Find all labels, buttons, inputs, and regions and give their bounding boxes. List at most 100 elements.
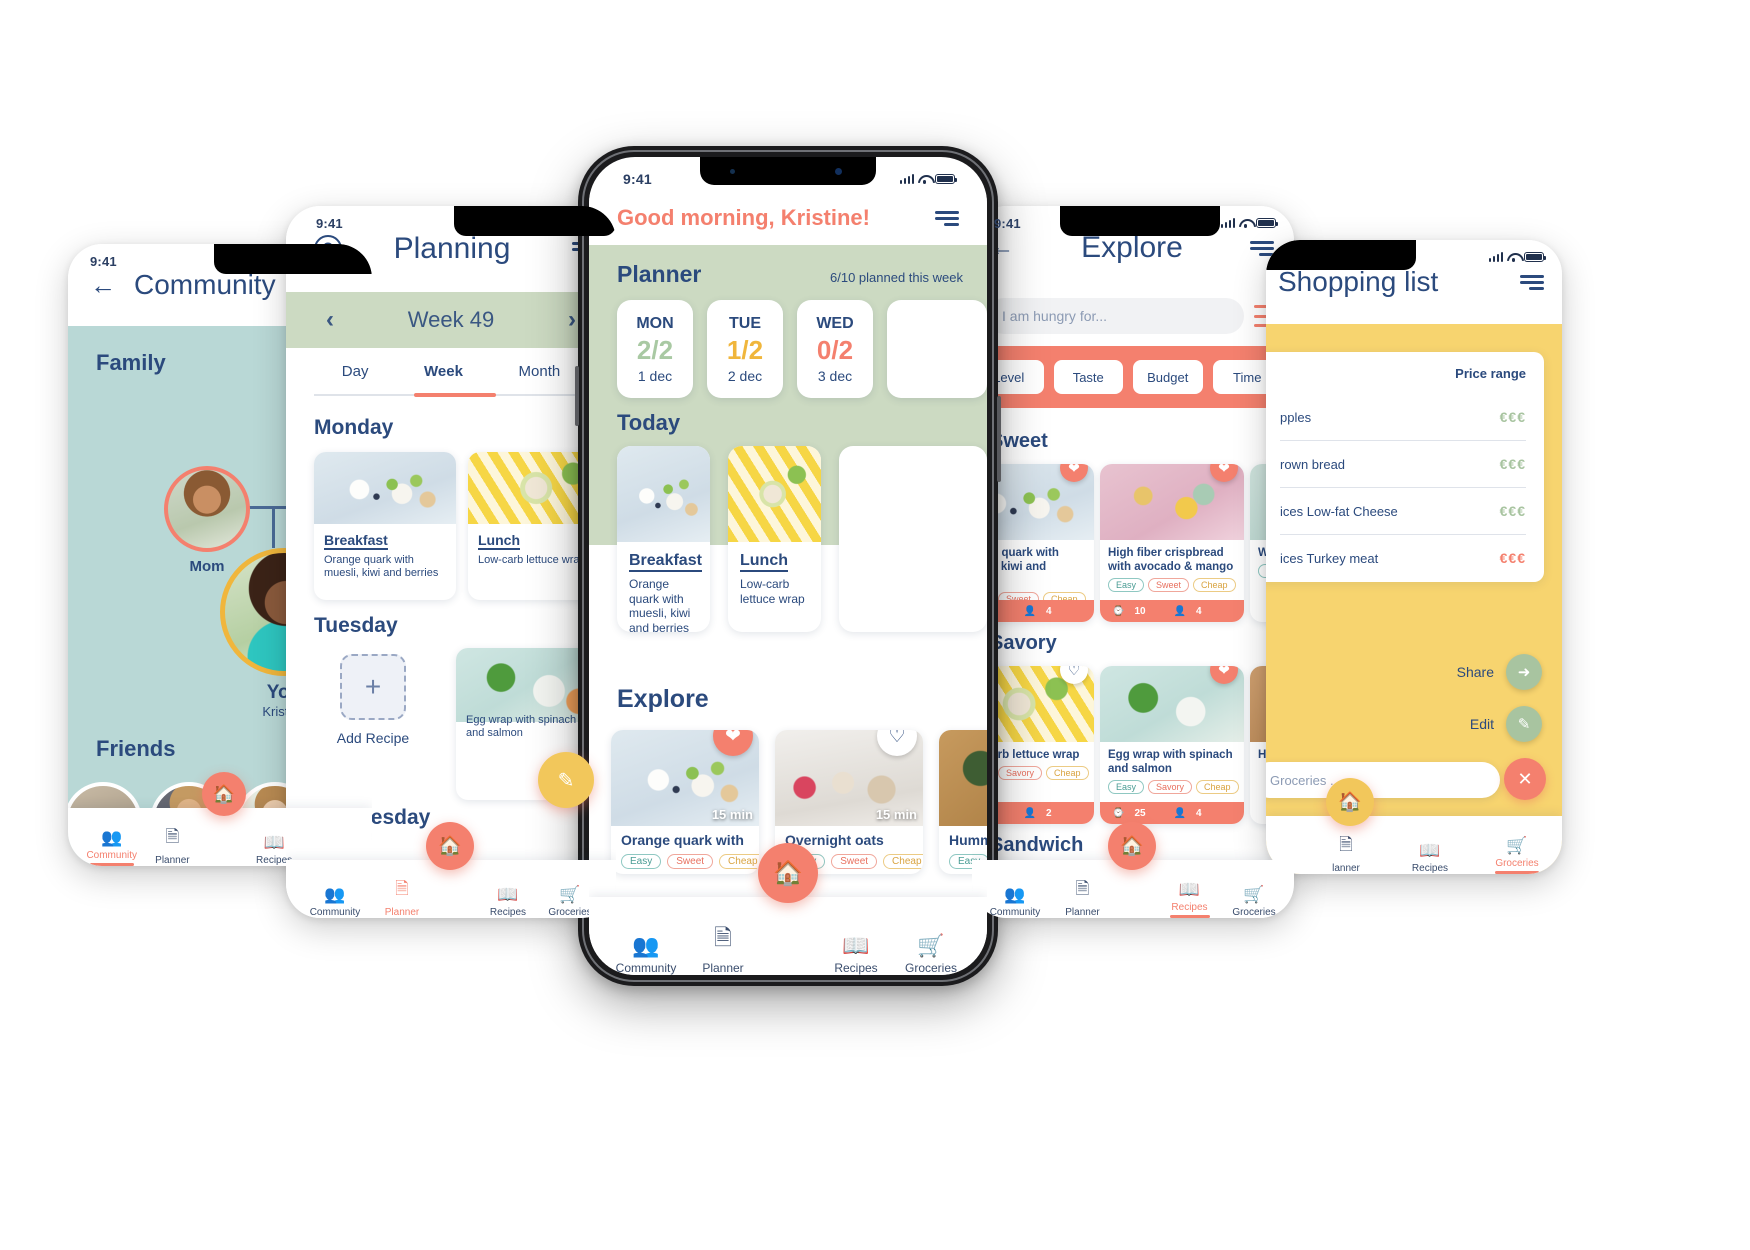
planner-day-date: 2 dec	[727, 367, 763, 384]
mockup-stage: 9:41 ← Community Family Mom You Kristine…	[0, 0, 1750, 1250]
list-item[interactable]: ices Low-fat Cheese €€€	[1266, 488, 1544, 534]
avatar[interactable]	[164, 466, 250, 552]
favorite-heart-icon[interactable]: ❤	[1210, 464, 1238, 482]
home-fab-button[interactable]: 🏠	[202, 772, 246, 816]
favorite-heart-icon[interactable]: ❤	[1060, 464, 1088, 482]
notes-icon: 🗎	[1339, 835, 1353, 854]
tab-groceries[interactable]: 🛒 Groceries	[1222, 885, 1286, 918]
plus-icon: +	[364, 671, 382, 702]
status-bar: 9:41	[589, 157, 987, 189]
tab-groceries[interactable]: 🛒 Groceries	[1486, 836, 1548, 874]
meal-card[interactable]: Breakfast Orange quark with muesli, kiwi…	[314, 452, 456, 600]
close-icon[interactable]: ✕	[1504, 758, 1546, 800]
home-fab-button[interactable]: 🏠	[1326, 778, 1374, 826]
section-title-sweet: Sweet	[990, 430, 1048, 452]
tab-community[interactable]: 👥 Community	[80, 828, 143, 866]
tab-day[interactable]: Day	[342, 363, 369, 380]
explore-screen: 9:41 ← Explore I am hungry for... Level …	[972, 206, 1294, 918]
price-range-header: Price range	[1455, 366, 1526, 381]
tab-label: Recipes	[1411, 863, 1449, 874]
share-action-row[interactable]: Share ➜	[1457, 654, 1542, 690]
recipe-time: 10	[1134, 605, 1146, 617]
tag-chip: Savory	[1148, 780, 1193, 795]
chevron-right-icon[interactable]: ›	[568, 306, 576, 334]
tag-chip: Cheap	[883, 854, 923, 869]
share-icon[interactable]: ➜	[1506, 654, 1542, 690]
edit-action-row[interactable]: Edit ✎	[1470, 706, 1542, 742]
home-fab-button[interactable]: 🏠	[1108, 822, 1156, 870]
tab-active-indicator	[89, 863, 134, 866]
meal-photo	[728, 446, 821, 542]
tab-recipes[interactable]: 📖 Recipes	[822, 933, 890, 975]
meal-card[interactable]: Lunch Low-carb lettuce wrap	[728, 446, 821, 632]
list-item[interactable]: rown bread €€€	[1266, 441, 1544, 487]
meal-card[interactable]	[839, 446, 987, 632]
planner-day-card[interactable]: TUE 1/2 2 dec	[707, 300, 783, 398]
favorite-heart-icon[interactable]: ❤	[1210, 666, 1238, 684]
recipe-name: Egg wrap with spinach and salmon	[1108, 749, 1233, 776]
list-item[interactable]: pples €€€	[1266, 394, 1544, 440]
favorite-heart-icon[interactable]: ❤	[713, 730, 753, 756]
tab-planner[interactable]: 🗎 Planner	[688, 921, 758, 975]
pencil-icon[interactable]: ✎	[1506, 706, 1542, 742]
phone-home-side-button[interactable]	[997, 396, 1001, 482]
edit-fab-button[interactable]: ✎	[538, 752, 594, 808]
hamburger-icon[interactable]	[1520, 274, 1544, 290]
home-fab-button[interactable]: 🏠	[426, 822, 474, 870]
tab-community[interactable]: 👥 Community	[607, 933, 685, 975]
planner-day-card[interactable]: WED 0/2 3 dec	[797, 300, 873, 398]
filter-taste[interactable]: Taste	[1053, 360, 1123, 394]
recipe-card[interactable]: ❤ Egg wrap with spinach and salmon Easy …	[1100, 666, 1244, 824]
tab-groceries[interactable]: 🛒 Groceries	[893, 933, 969, 975]
wifi-icon	[1507, 252, 1520, 262]
tab-recipes[interactable]: 📖 Recipes	[479, 885, 537, 918]
chevron-left-icon[interactable]: ‹	[326, 306, 334, 334]
recipe-card[interactable]: ❤ High fiber crispbread with avocado & m…	[1100, 464, 1244, 622]
home-fab-button[interactable]: 🏠	[758, 843, 818, 903]
tab-recipes[interactable]: 📖 Recipes	[1160, 880, 1220, 918]
tab-planner[interactable]: 🗎 Planner	[371, 876, 433, 918]
search-input[interactable]: I am hungry for...	[986, 298, 1244, 334]
recipe-name: Hummus veggie o	[949, 832, 987, 848]
tab-label: Community	[309, 907, 361, 918]
share-label: Share	[1456, 664, 1494, 680]
filter-bar: Level Taste Budget Time	[972, 346, 1294, 408]
planner-day-count: 2/2	[636, 334, 674, 365]
tab-planner[interactable]: 🗎 Planner	[143, 824, 201, 866]
tab-planner[interactable]: 🗎 Planner	[1053, 876, 1113, 918]
meal-card[interactable]: Breakfast Orange quark with muesli, kiwi…	[617, 446, 710, 632]
tab-planner[interactable]: 🗎 lanner	[1318, 832, 1374, 874]
phone-home-volume-button[interactable]	[575, 366, 579, 426]
favorite-heart-icon[interactable]: ♡	[1060, 666, 1088, 684]
tab-month[interactable]: Month	[519, 363, 561, 380]
add-recipe-button[interactable]: +	[340, 654, 406, 720]
notch-mask	[454, 206, 616, 236]
hamburger-icon[interactable]	[935, 210, 959, 226]
people-icon: 👥	[1004, 885, 1026, 904]
tag-chip: Easy	[1108, 578, 1145, 593]
meal-type: Breakfast	[324, 532, 388, 550]
search-placeholder: I am hungry for...	[1002, 308, 1108, 324]
tab-community[interactable]: 👥 Community	[980, 885, 1050, 918]
recipe-card[interactable]: ♡ Hummus veggie o Easy Savory Chea	[939, 730, 987, 874]
greeting-text: Good morning, Kristine!	[617, 205, 870, 230]
tab-week[interactable]: Week	[424, 363, 463, 380]
status-icons	[1488, 252, 1547, 262]
recipe-card[interactable]: ❤ 15 min Orange quark with Easy Sweet Ch…	[611, 730, 759, 874]
filter-budget[interactable]: Budget	[1133, 360, 1203, 394]
tab-community[interactable]: 👥 Community	[300, 885, 370, 918]
planner-day-card[interactable]: MON 2/2 1 dec	[617, 300, 693, 398]
tab-recipes[interactable]: 📖 Recipes	[1402, 841, 1458, 874]
phone-home: 9:41 Good morning, Kristine! Planner 6/1…	[589, 157, 987, 975]
list-item[interactable]: ices Turkey meat €€€	[1266, 535, 1544, 581]
favorite-heart-icon[interactable]: ♡	[877, 730, 917, 756]
back-arrow-icon[interactable]: ←	[90, 272, 116, 298]
add-grocery-input[interactable]: Groceries ...	[1266, 762, 1500, 798]
view-tabs: Day Week Month	[286, 348, 616, 394]
battery-icon	[1524, 252, 1547, 262]
add-recipe-label: Add Recipe	[336, 730, 410, 746]
tag-chip: Easy	[621, 854, 662, 869]
phone-home-frame: 9:41 Good morning, Kristine! Planner 6/1…	[575, 146, 1001, 986]
planner-day-card[interactable]	[887, 300, 987, 398]
today-meals: Breakfast Orange quark with muesli, kiwi…	[589, 436, 987, 632]
